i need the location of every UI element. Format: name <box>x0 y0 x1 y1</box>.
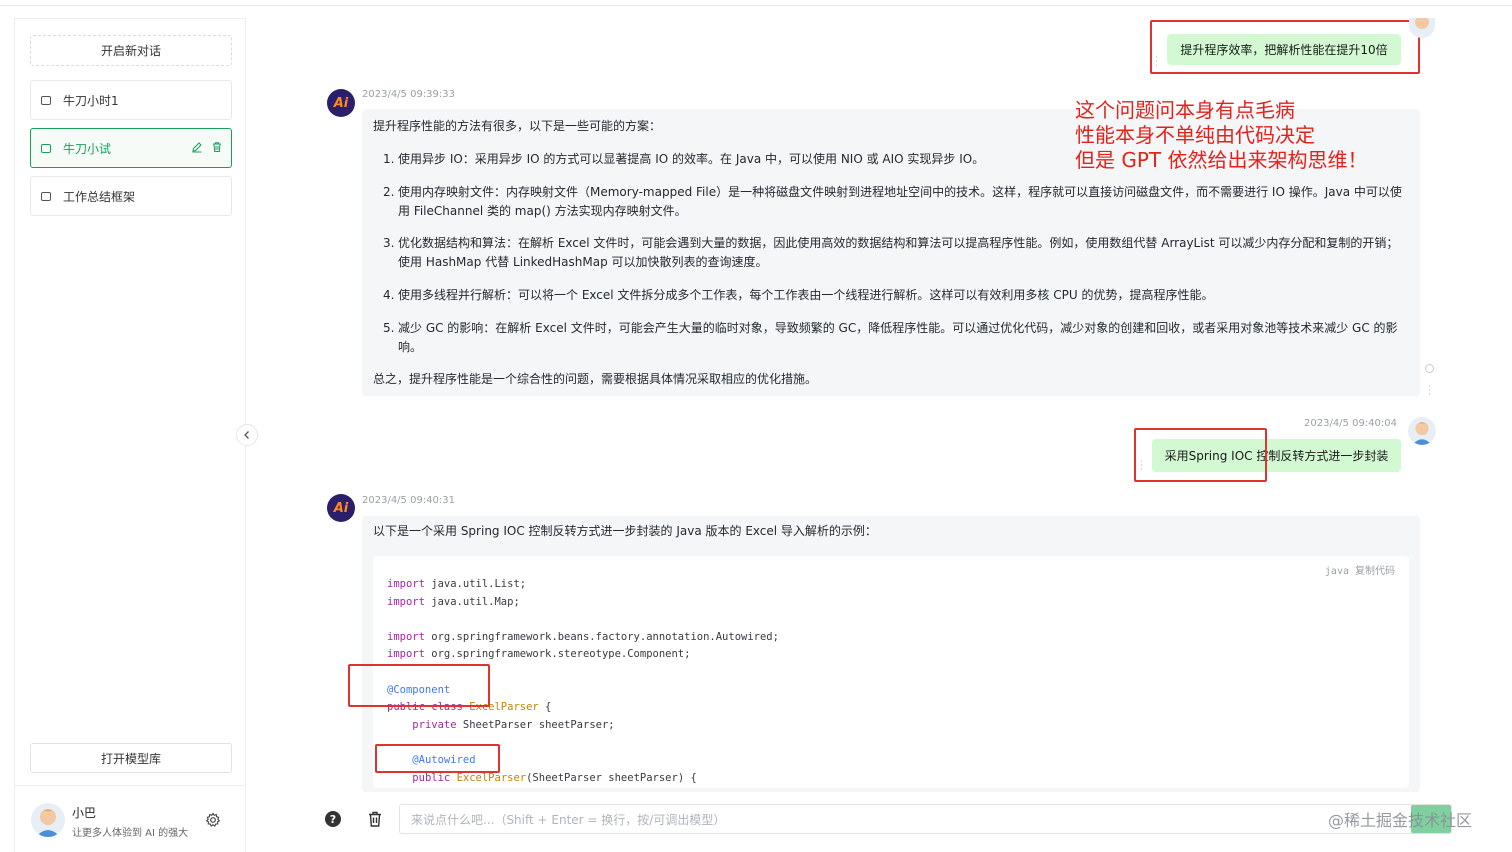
collapse-sidebar-button[interactable] <box>236 424 258 446</box>
code-header: java 复制代码 <box>1325 562 1395 577</box>
code-line: import org.springframework.stereotype.Co… <box>387 648 691 660</box>
message-timestamp: 2023/4/5 09:40:31 <box>362 495 456 506</box>
settings-gear-icon[interactable] <box>205 812 221 828</box>
conversation-label: 牛刀小时1 <box>63 93 119 108</box>
message-status-icon <box>1425 364 1434 373</box>
chat-icon <box>41 95 51 105</box>
highlight-box <box>348 664 490 707</box>
ai-conclusion-text: 总之，提升程序性能是一个综合性的问题，需要根据具体情况采取相应的优化措施。 <box>373 372 818 386</box>
list-number: 3. <box>383 236 395 250</box>
user-profile: 小巴 让更多人体验到 AI 的强大 <box>15 785 246 852</box>
chat-icon <box>41 191 51 201</box>
sidebar: 开启新对话 牛刀小时1 牛刀小试 工作总结框架 打开模型库 小巴 让更多人体验到… <box>14 18 246 852</box>
ai-intro-text: 以下是一个采用 Spring IOC 控制反转方式进一步封装的 Java 版本的… <box>373 524 877 538</box>
message-timestamp: 2023/4/5 09:39:33 <box>362 89 456 100</box>
user-avatar <box>1409 18 1435 38</box>
copy-code-button[interactable]: 复制代码 <box>1355 566 1395 577</box>
message-timestamp: 2023/4/5 09:40:04 <box>1304 418 1398 429</box>
svg-text:?: ? <box>330 813 336 826</box>
chat-icon <box>41 143 51 153</box>
conversation-item-active[interactable]: 牛刀小试 <box>30 128 232 168</box>
model-library-button[interactable]: 打开模型库 <box>30 743 232 773</box>
delete-icon[interactable] <box>211 141 223 153</box>
list-number: 1. <box>383 152 395 166</box>
chevron-left-icon <box>244 431 249 439</box>
more-vertical-icon[interactable]: · · · <box>1155 54 1159 71</box>
help-icon[interactable]: ? <box>324 810 342 828</box>
new-chat-button[interactable]: 开启新对话 <box>30 35 232 66</box>
code-line: import java.util.Map; <box>387 596 520 608</box>
code-block: java 复制代码 import java.util.List; import j… <box>373 556 1409 788</box>
edit-icon[interactable] <box>191 141 203 153</box>
list-text: 优化数据结构和算法：在解析 Excel 文件时，可能会遇到大量的数据，因此使用高… <box>398 236 1399 269</box>
highlight-box <box>375 744 500 773</box>
user-avatar[interactable] <box>31 803 65 837</box>
list-text: 使用多线程并行解析：可以将一个 Excel 文件拆分成多个工作表，每个工作表由一… <box>398 288 1214 302</box>
annotation-line: 这个问题问本身有点毛病 <box>1075 98 1295 122</box>
list-number: 5. <box>383 321 395 335</box>
list-number: 4. <box>383 288 395 302</box>
code-line: import org.springframework.beans.factory… <box>387 631 779 643</box>
ai-avatar: Ai <box>327 494 355 522</box>
list-number: 2. <box>383 185 395 199</box>
red-annotation: 这个问题问本身有点毛病 性能本身不单纯由代码决定 但是 GPT 依然给出来架构思… <box>1075 98 1368 173</box>
ai-avatar: Ai <box>327 89 355 117</box>
code-language-label: java <box>1324 566 1349 577</box>
conversation-label: 牛刀小试 <box>63 141 112 156</box>
annotation-line: 但是 GPT 依然给出来架构思维！ <box>1075 148 1368 172</box>
chat-input[interactable]: 来说点什么吧...（Shift + Enter = 换行，按/可调出模型） <box>399 804 1452 834</box>
conversation-item[interactable]: 牛刀小时1 <box>30 80 232 120</box>
code-line: private SheetParser sheetParser; <box>412 719 615 731</box>
highlight-box <box>1134 428 1267 482</box>
top-divider <box>0 5 1512 6</box>
user-description: 让更多人体验到 AI 的强大 <box>72 828 189 839</box>
annotation-line: 性能本身不单纯由代码决定 <box>1075 123 1315 147</box>
list-text: 使用内存映射文件：内存映射文件（Memory-mapped File）是一种将磁… <box>398 185 1402 218</box>
ai-intro-text: 提升程序性能的方法有很多，以下是一些可能的方案： <box>373 119 662 133</box>
more-vertical-icon[interactable]: · · · <box>1140 458 1144 475</box>
user-avatar <box>1408 417 1436 445</box>
conversation-item[interactable]: 工作总结框架 <box>30 176 232 216</box>
conversation-label: 工作总结框架 <box>63 189 136 204</box>
code-line: import java.util.List; <box>387 578 527 590</box>
code-line: public ExcelParser(SheetParser sheetPars… <box>412 772 697 784</box>
user-name: 小巴 <box>72 806 97 820</box>
clear-trash-icon[interactable] <box>366 810 384 828</box>
list-text: 减少 GC 的影响：在解析 Excel 文件时，可能会产生大量的临时对象，导致频… <box>398 321 1398 354</box>
user-message-bubble: 提升程序效率，把解析性能在提升10倍 <box>1167 34 1401 65</box>
watermark: @稀土掘金技术社区 <box>1328 811 1473 830</box>
more-vertical-icon[interactable]: · · · <box>1428 383 1432 400</box>
